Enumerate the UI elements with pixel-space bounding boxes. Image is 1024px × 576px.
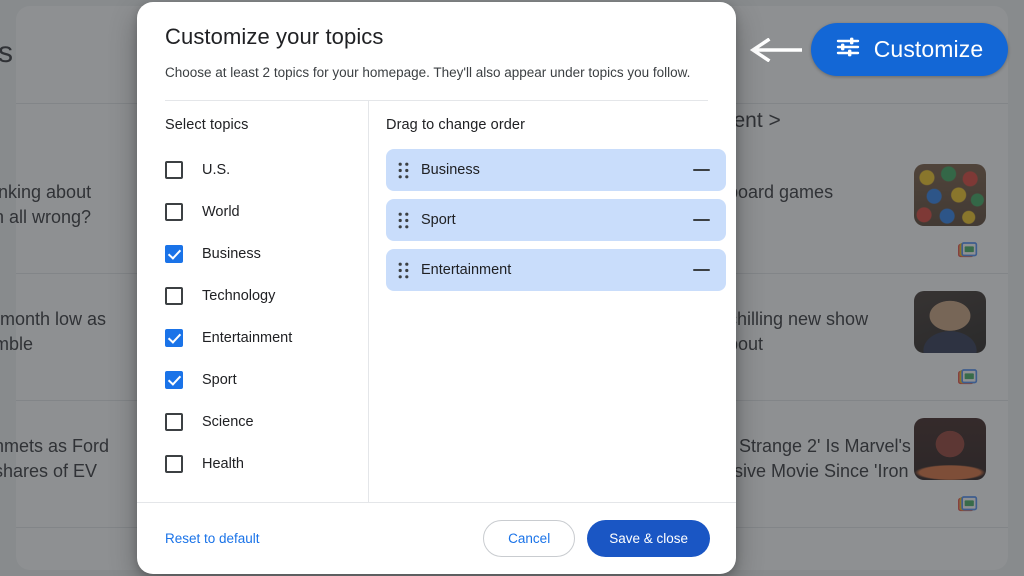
order-chip-sport[interactable]: Sport (386, 199, 726, 241)
tune-icon (836, 35, 860, 64)
drag-handle-icon[interactable] (398, 262, 409, 279)
minus-icon[interactable] (693, 219, 710, 221)
drag-handle-icon[interactable] (398, 162, 409, 179)
customize-topics-dialog: Customize your topics Choose at least 2 … (137, 2, 736, 574)
checkbox-entertainment[interactable] (165, 329, 183, 347)
topic-label: Technology (202, 288, 275, 304)
checkbox-science[interactable] (165, 413, 183, 431)
topic-label: U.S. (202, 162, 230, 178)
checkbox-business[interactable] (165, 245, 183, 263)
customize-button[interactable]: Customize (811, 23, 1008, 76)
select-topics-column: Select topics U.S. World Business Techno… (137, 117, 368, 502)
topic-row-business[interactable]: Business (165, 233, 360, 275)
cancel-button[interactable]: Cancel (483, 520, 575, 557)
topic-label: Entertainment (202, 330, 292, 346)
minus-icon[interactable] (693, 169, 710, 171)
reset-to-default-link[interactable]: Reset to default (165, 531, 260, 546)
order-chip-label: Entertainment (421, 262, 693, 278)
topic-row-sport[interactable]: Sport (165, 359, 360, 401)
drag-order-heading: Drag to change order (386, 117, 726, 133)
checkbox-world[interactable] (165, 203, 183, 221)
topic-label: Business (202, 246, 261, 262)
topic-row-world[interactable]: World (165, 191, 360, 233)
topic-row-health[interactable]: Health (165, 443, 360, 485)
topic-label: Health (202, 456, 244, 472)
topic-row-us[interactable]: U.S. (165, 149, 360, 191)
order-chip-entertainment[interactable]: Entertainment (386, 249, 726, 291)
drag-order-column: Drag to change order Business (368, 117, 736, 502)
topic-row-technology[interactable]: Technology (165, 275, 360, 317)
left-arrow-annotation (748, 38, 804, 62)
save-and-close-button[interactable]: Save & close (587, 520, 710, 557)
order-chip-business[interactable]: Business (386, 149, 726, 191)
order-chip-label: Sport (421, 212, 693, 228)
topic-label: Sport (202, 372, 237, 388)
dialog-body: Select topics U.S. World Business Techno… (137, 101, 736, 502)
minus-icon[interactable] (693, 269, 710, 271)
checkbox-health[interactable] (165, 455, 183, 473)
topic-row-science[interactable]: Science (165, 401, 360, 443)
drag-handle-icon[interactable] (398, 212, 409, 229)
select-topics-heading: Select topics (165, 117, 360, 133)
dialog-header: Customize your topics Choose at least 2 … (137, 2, 736, 101)
order-chip-label: Business (421, 162, 693, 178)
dialog-subtitle: Choose at least 2 topics for your homepa… (165, 64, 708, 82)
checkbox-sport[interactable] (165, 371, 183, 389)
column-divider (368, 101, 369, 502)
topic-row-entertainment[interactable]: Entertainment (165, 317, 360, 359)
topic-label: Science (202, 414, 254, 430)
dialog-title: Customize your topics (165, 24, 708, 50)
screen: s ment > inking about h all wrong? board… (0, 0, 1024, 576)
topic-label: World (202, 204, 240, 220)
checkbox-technology[interactable] (165, 287, 183, 305)
dialog-footer: Reset to default Cancel Save & close (137, 502, 736, 574)
customize-button-label: Customize (874, 36, 984, 63)
checkbox-us[interactable] (165, 161, 183, 179)
